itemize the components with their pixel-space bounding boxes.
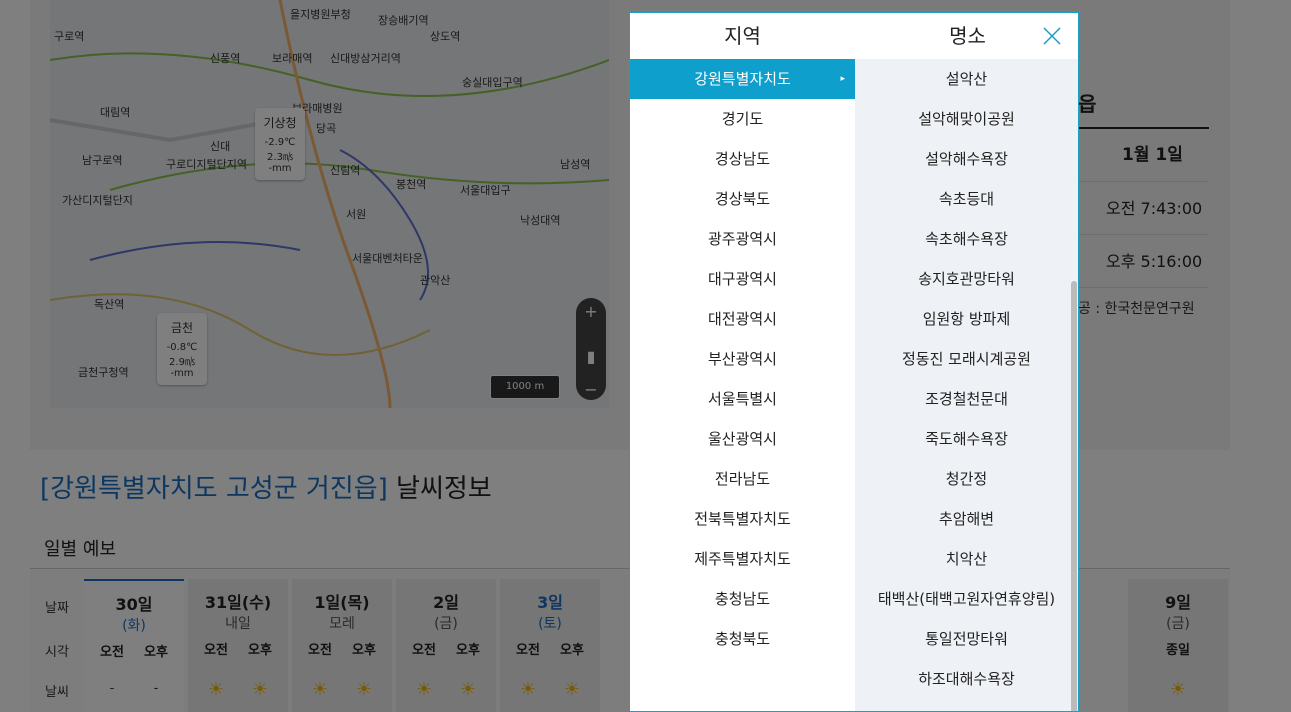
place-item[interactable]: 청간정 <box>855 459 1078 499</box>
region-item[interactable]: 충청북도 <box>630 619 855 659</box>
region-item[interactable]: 서울특별시 <box>630 379 855 419</box>
caret-right-icon: ▸ <box>840 74 845 84</box>
region-item[interactable]: 전라남도 <box>630 459 855 499</box>
tab-region[interactable]: 지역 <box>630 13 855 59</box>
region-item[interactable]: 전북특별자치도 <box>630 499 855 539</box>
region-item[interactable]: 강원특별자치도 ▸ <box>630 59 855 99</box>
region-item[interactable]: 경상북도 <box>630 179 855 219</box>
place-item[interactable]: 조경철천문대 <box>855 379 1078 419</box>
place-item[interactable]: 추암해변 <box>855 499 1078 539</box>
region-item[interactable]: 충청남도 <box>630 579 855 619</box>
region-item[interactable]: 광주광역시 <box>630 219 855 259</box>
region-item[interactable]: 경상남도 <box>630 139 855 179</box>
location-picker-modal: 지역 명소 강원특별자치도 ▸ 경기도 경상남도 경상북도 광주광역시 대구광역… <box>629 12 1079 712</box>
place-item[interactable]: 송지호관망타워 <box>855 259 1078 299</box>
place-item[interactable]: 속초등대 <box>855 179 1078 219</box>
place-list-scrollbar[interactable] <box>1071 281 1077 711</box>
place-item[interactable]: 죽도해수욕장 <box>855 419 1078 459</box>
region-list: 강원특별자치도 ▸ 경기도 경상남도 경상북도 광주광역시 대구광역시 대전광역… <box>630 59 855 711</box>
modal-tabs: 지역 명소 <box>630 13 1078 59</box>
place-item[interactable]: 설악해수욕장 <box>855 139 1078 179</box>
region-item[interactable]: 제주특별자치도 <box>630 539 855 579</box>
place-item[interactable]: 치악산 <box>855 539 1078 579</box>
region-item[interactable]: 울산광역시 <box>630 419 855 459</box>
close-button[interactable] <box>1039 23 1065 49</box>
place-item[interactable]: 하조대해수욕장 <box>855 659 1078 699</box>
place-item[interactable]: 속초해수욕장 <box>855 219 1078 259</box>
place-item[interactable]: 임원항 방파제 <box>855 299 1078 339</box>
region-item[interactable]: 경기도 <box>630 99 855 139</box>
region-item[interactable]: 대구광역시 <box>630 259 855 299</box>
place-list[interactable]: 설악산 설악해맞이공원 설악해수욕장 속초등대 속초해수욕장 송지호관망타워 임… <box>855 59 1078 711</box>
region-item[interactable]: 대전광역시 <box>630 299 855 339</box>
place-item[interactable]: 태백산(태백고원자연휴양림) <box>855 579 1078 619</box>
close-icon <box>1043 27 1061 45</box>
place-item[interactable]: 설악산 <box>855 59 1078 99</box>
place-item[interactable]: 정동진 모래시계공원 <box>855 339 1078 379</box>
place-item[interactable]: 통일전망타워 <box>855 619 1078 659</box>
region-item-label: 강원특별자치도 <box>694 70 791 88</box>
place-item[interactable]: 설악해맞이공원 <box>855 99 1078 139</box>
region-item[interactable]: 부산광역시 <box>630 339 855 379</box>
